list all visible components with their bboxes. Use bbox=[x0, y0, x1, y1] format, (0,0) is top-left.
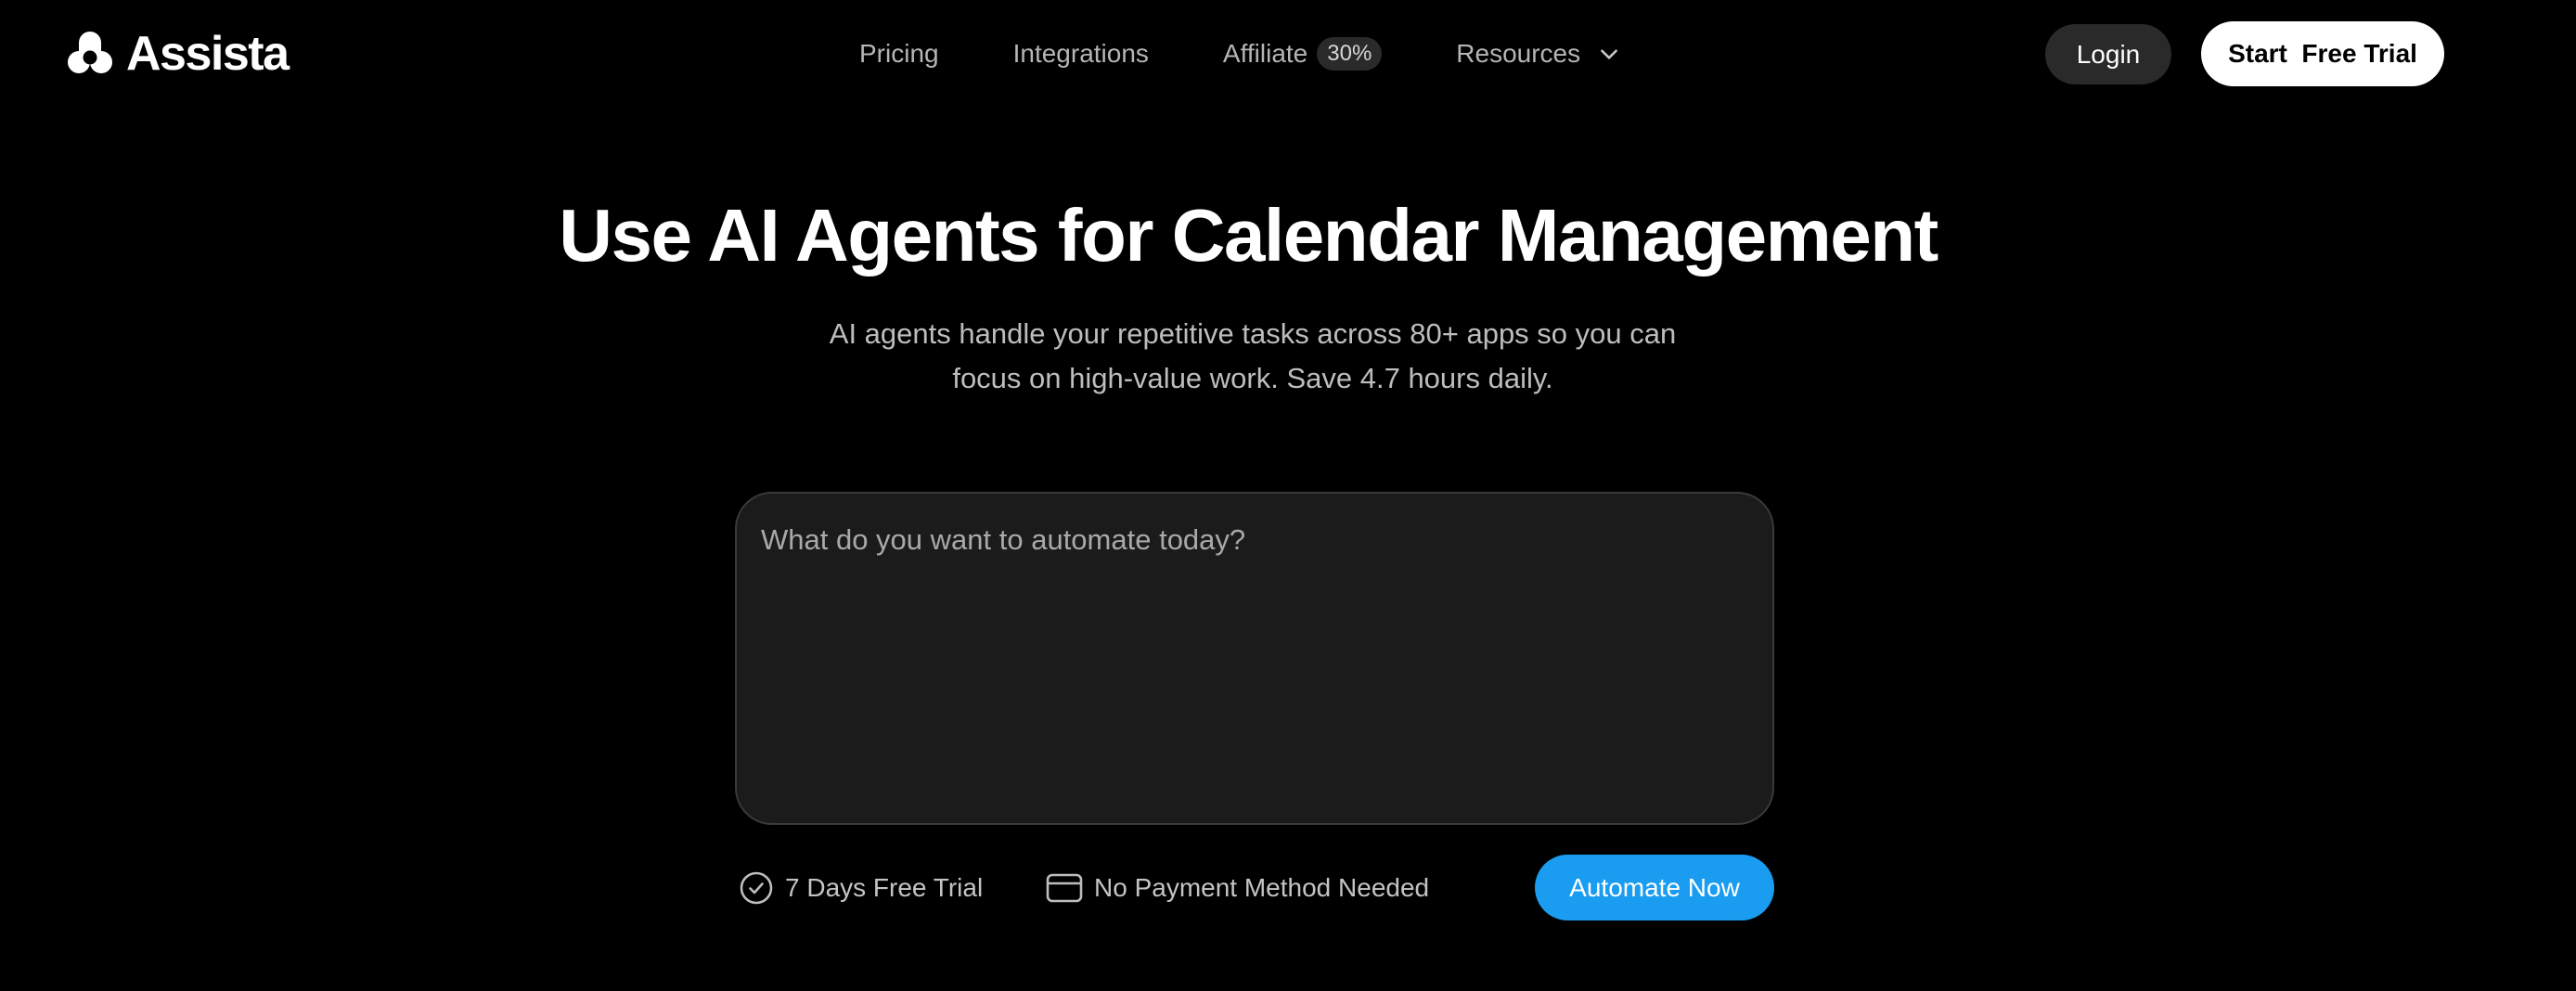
brand-logo[interactable]: Assista bbox=[65, 26, 290, 82]
hero-subtitle-line-2: focus on high-value work. Save 4.7 hours… bbox=[952, 362, 1553, 394]
check-circle-icon bbox=[740, 871, 773, 905]
automation-prompt-box bbox=[735, 492, 1774, 825]
nav-item-label: Integrations bbox=[1012, 39, 1149, 68]
nav-item-pricing[interactable]: Pricing bbox=[859, 39, 939, 69]
start-free-trial-button[interactable]: Start Free Trial bbox=[2201, 21, 2444, 86]
nav-item-resources[interactable]: Resources bbox=[1456, 39, 1621, 69]
hero-subtitle-line-1: AI agents handle your repetitive tasks a… bbox=[829, 317, 1677, 350]
nav-item-integrations[interactable]: Integrations bbox=[1013, 39, 1149, 69]
assista-logo-icon bbox=[68, 32, 112, 73]
chevron-down-icon bbox=[1601, 49, 1618, 59]
automate-now-button[interactable]: Automate Now bbox=[1535, 855, 1774, 920]
free-trial-label: 7 Days Free Trial bbox=[785, 873, 984, 902]
nav-item-label: Resources bbox=[1456, 39, 1581, 68]
nav-item-label: Affiliate bbox=[1222, 39, 1308, 68]
affiliate-badge: 30% bbox=[1317, 37, 1383, 71]
nav-item-affiliate[interactable]: Affiliate 30% bbox=[1222, 37, 1383, 71]
no-payment-label: No Payment Method Needed bbox=[1094, 873, 1430, 902]
automation-prompt-input[interactable] bbox=[737, 494, 1772, 823]
credit-card-icon bbox=[1046, 873, 1083, 903]
main-nav: Pricing Integrations Affiliate 30% Resou… bbox=[859, 28, 1621, 80]
nav-item-label: Pricing bbox=[859, 39, 939, 68]
page-title: Use AI Agents for Calendar Management bbox=[559, 194, 1938, 277]
landing-page: Assista Pricing Integrations Affiliate 3… bbox=[0, 0, 2576, 991]
login-button[interactable]: Login bbox=[2045, 24, 2171, 84]
free-trial-note: 7 Days Free Trial bbox=[739, 869, 983, 907]
no-payment-note: No Payment Method Needed bbox=[1046, 869, 1429, 907]
hero-subtitle: AI agents handle your repetitive tasks a… bbox=[0, 312, 2505, 401]
brand-name: Assista bbox=[126, 27, 290, 81]
